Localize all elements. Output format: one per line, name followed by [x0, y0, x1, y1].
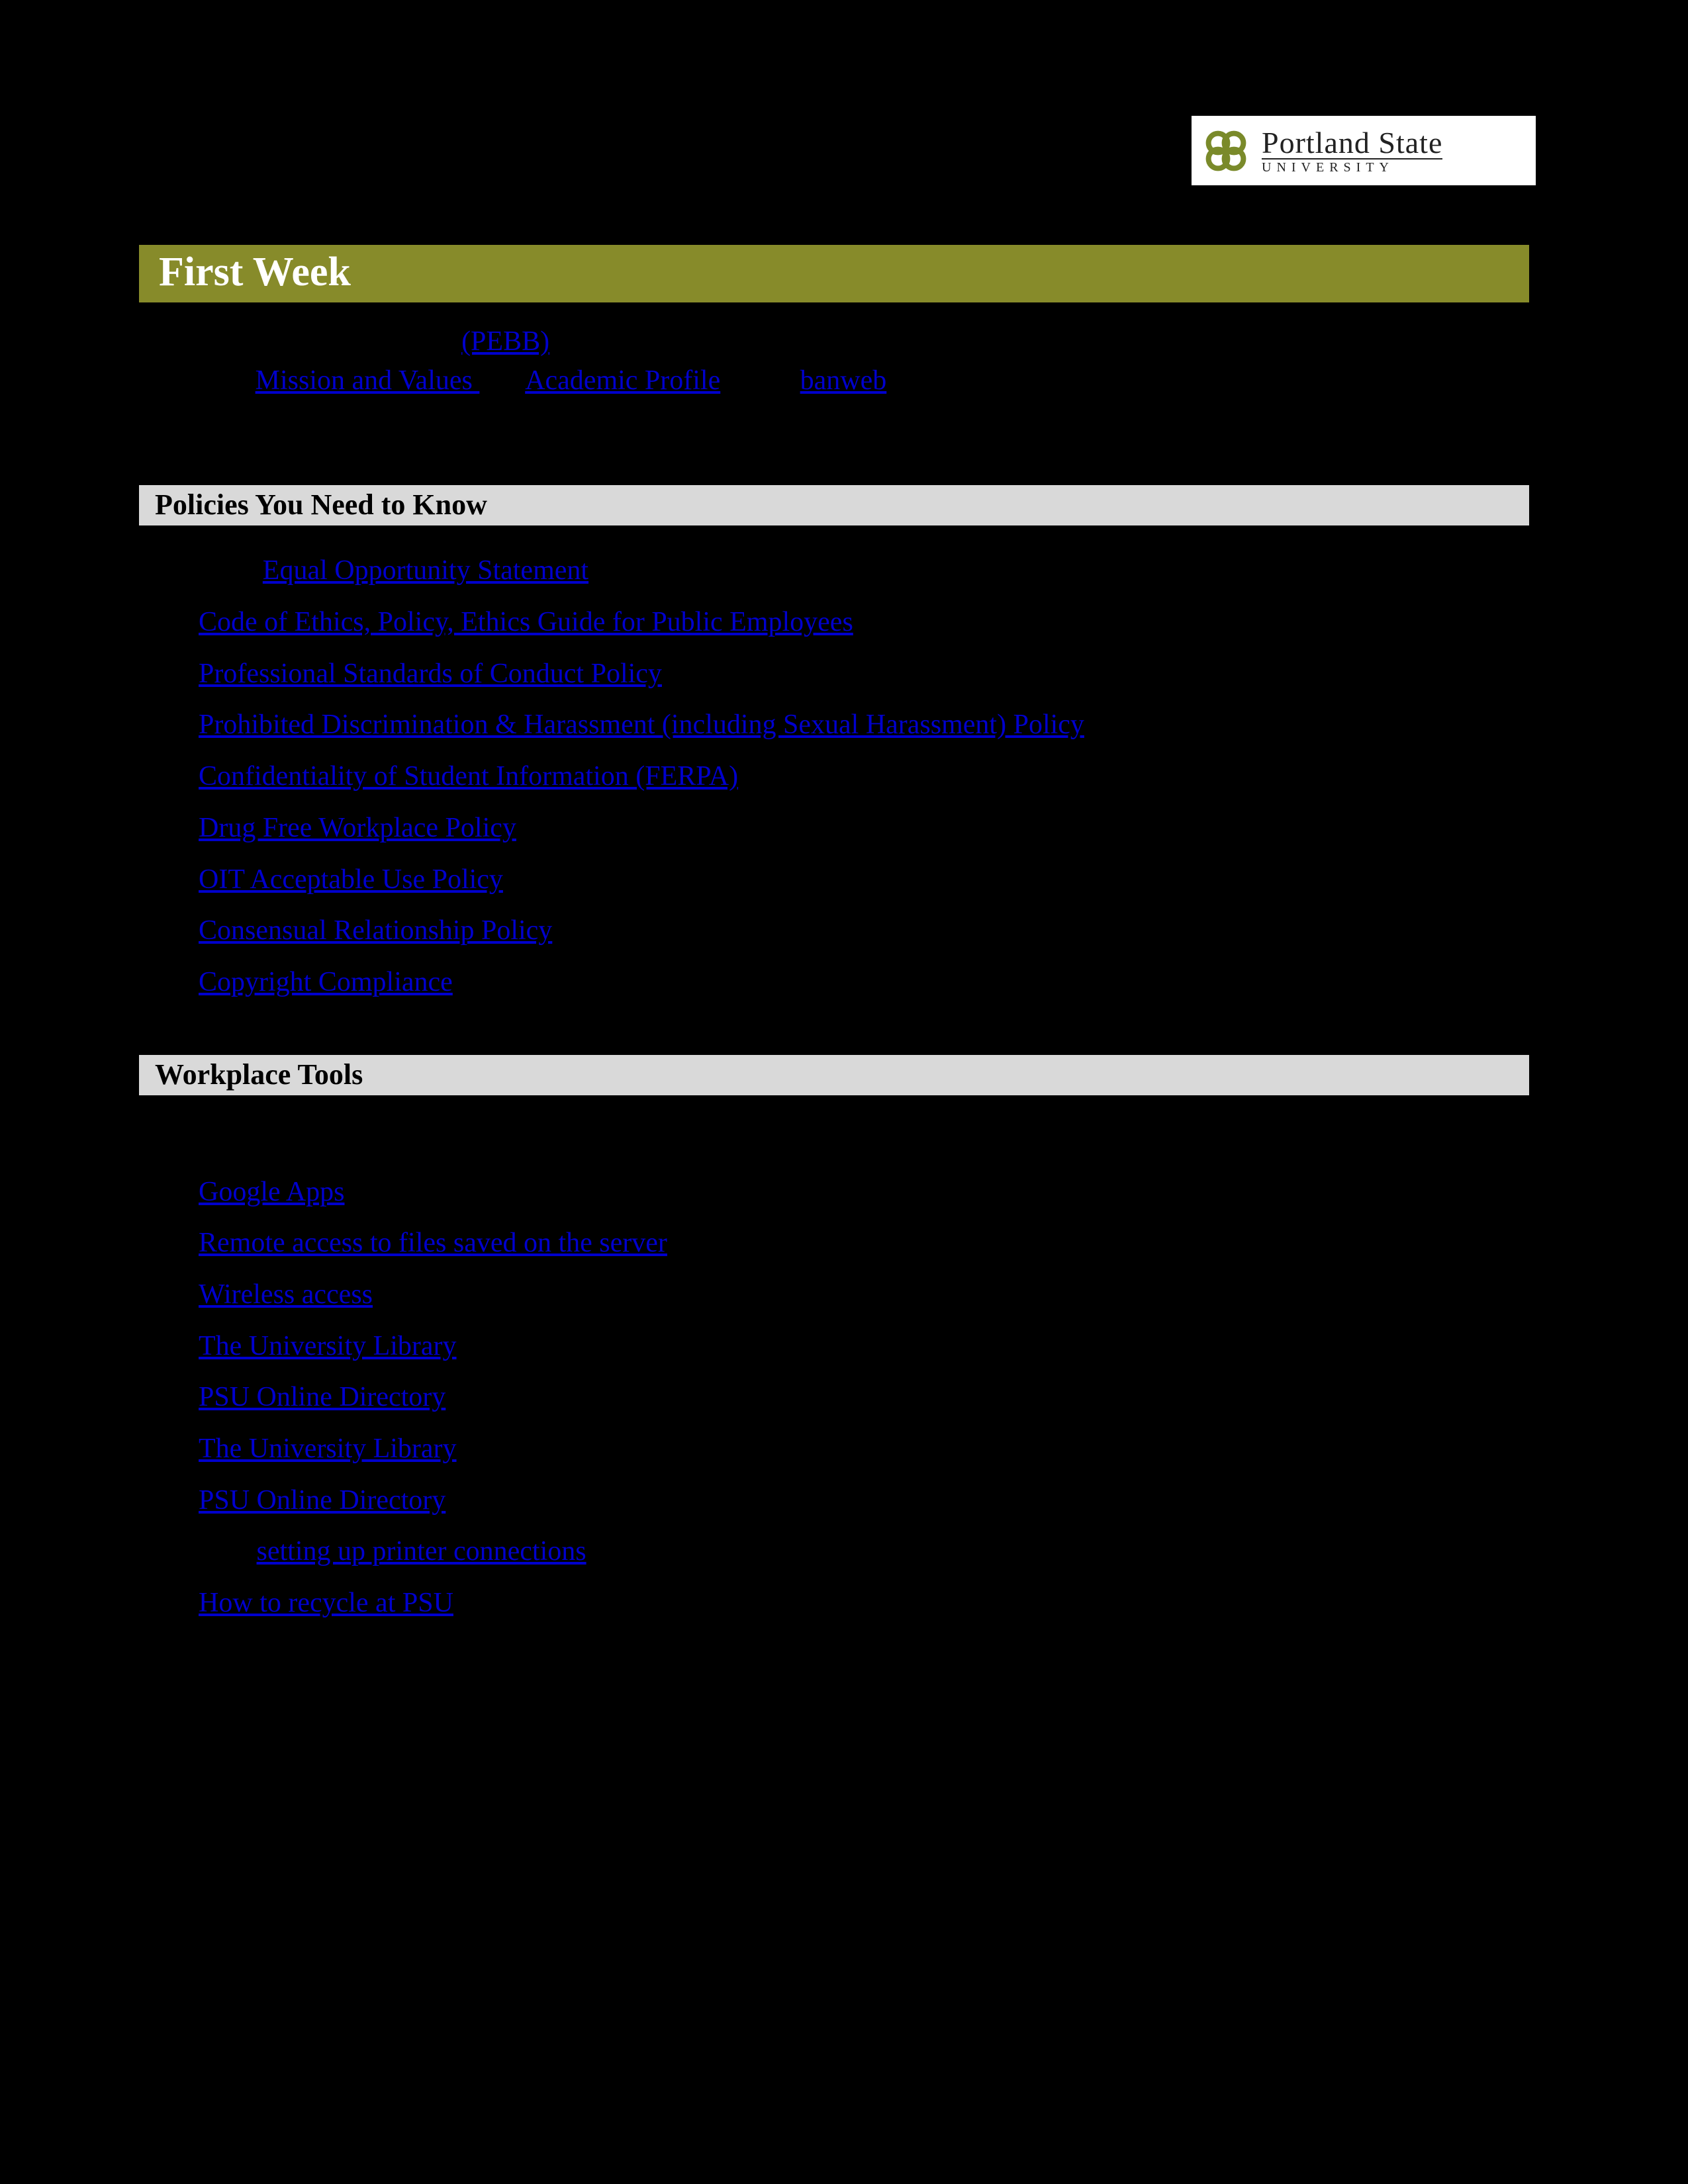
policy-item-link[interactable]: Code of Ethics, Policy, Ethics Guide for… — [199, 607, 853, 637]
tool-item: Find setting up printer connections — [199, 1526, 1529, 1578]
academic-profile-link[interactable]: Academic Profile — [525, 365, 720, 396]
tool-item-link[interactable]: How to recycle at PSU — [199, 1588, 453, 1618]
intro-text: Remember to enroll in your — [146, 326, 461, 357]
policy-item: Consensual Relationship Policy — [199, 905, 1529, 957]
subheading-tools: Workplace Tools — [139, 1055, 1529, 1095]
policy-item-link[interactable]: Drug Free Workplace Policy — [199, 813, 516, 843]
tool-item-link[interactable]: The University Library — [199, 1331, 457, 1361]
policy-item: Prohibited Discrimination & Harassment (… — [199, 700, 1529, 751]
tool-item-link[interactable]: Google Apps — [199, 1177, 345, 1207]
tool-item-link[interactable]: PSU Online Directory — [199, 1485, 445, 1516]
section-banner-first-week: First Week — [139, 245, 1529, 302]
intro-text: and — [479, 365, 525, 396]
policy-item-link[interactable]: Prohibited Discrimination & Harassment (… — [199, 709, 1084, 740]
policy-item-pre: Read — [199, 555, 263, 586]
tool-item-link[interactable]: Wireless access — [199, 1279, 373, 1310]
policy-item: Code of Ethics, Policy, Ethics Guide for… — [199, 597, 1529, 649]
policy-item-link[interactable]: Consensual Relationship Policy — [199, 915, 552, 946]
intro-paragraph: Remember to enroll in your (PEBB) benefi… — [139, 322, 1529, 439]
policy-item: Read Equal Opportunity Statement — [199, 545, 1529, 597]
tool-item-pre: Find — [199, 1536, 257, 1567]
policy-item: Drug Free Workplace Policy — [199, 803, 1529, 854]
policy-item: Professional Standards of Conduct Policy — [199, 649, 1529, 700]
tool-item-link[interactable]: Remote access to files saved on the serv… — [199, 1228, 667, 1258]
tools-lead: Learn about PSU's online tools & service… — [139, 1115, 1529, 1147]
banner-title: First Week — [159, 249, 1509, 296]
tool-item: Remote access to files saved on the serv… — [199, 1218, 1529, 1269]
policy-item: OIT Acceptable Use Policy — [199, 854, 1529, 906]
policy-item: Confidentiality of Student Information (… — [199, 751, 1529, 803]
mission-values-link[interactable]: Mission and Values — [256, 365, 480, 396]
pebb-link[interactable]: (PEBB) — [461, 326, 549, 357]
tool-item: How to recycle at PSU — [199, 1578, 1529, 1629]
intro-text: . Visit — [727, 365, 800, 396]
tool-item: Wireless access — [199, 1269, 1529, 1321]
tool-item: PSU Online Directory — [199, 1475, 1529, 1527]
banweb-link[interactable]: banweb — [800, 365, 887, 396]
policy-item-link[interactable]: Equal Opportunity Statement — [263, 555, 588, 586]
policy-item-link[interactable]: OIT Acceptable Use Policy — [199, 864, 503, 895]
policy-item: Copyright Compliance — [199, 957, 1529, 1009]
tools-list: Google Apps Remote access to files saved… — [139, 1167, 1529, 1629]
tool-item-link[interactable]: PSU Online Directory — [199, 1382, 445, 1412]
subheading-policies: Policies You Need to Know — [139, 485, 1529, 525]
tool-item: Google Apps — [199, 1167, 1529, 1218]
policy-item-link[interactable]: Confidentiality of Student Information (… — [199, 761, 738, 792]
policy-item-link[interactable]: Professional Standards of Conduct Policy — [199, 659, 662, 689]
tool-item-link[interactable]: The University Library — [199, 1433, 457, 1464]
policy-item-link[interactable]: Copyright Compliance — [199, 967, 453, 997]
tool-item: PSU Online Directory — [199, 1372, 1529, 1424]
tool-item-link[interactable]: setting up printer connections — [257, 1536, 586, 1567]
policies-list: Read Equal Opportunity Statement Code of … — [139, 545, 1529, 1008]
tool-item: The University Library — [199, 1424, 1529, 1475]
tool-item: The University Library — [199, 1321, 1529, 1373]
